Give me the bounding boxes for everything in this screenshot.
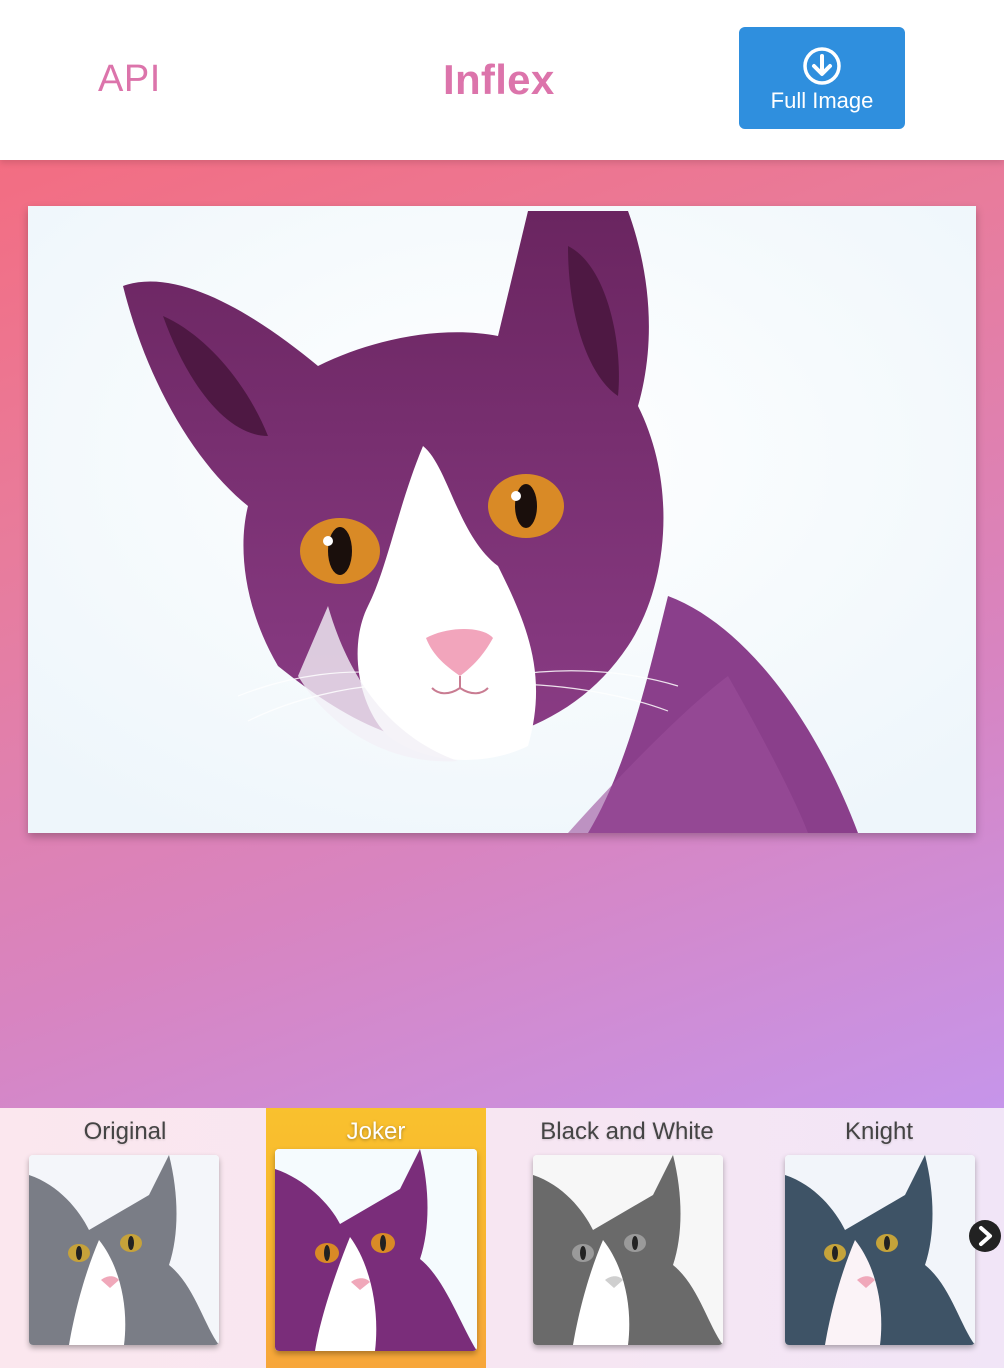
chevron-right-icon[interactable]: [968, 1219, 1002, 1253]
top-bar: API Inflex Full Image: [0, 0, 1004, 160]
filter-strip: Original Joker Black and White Knight: [0, 1108, 1004, 1368]
full-image-label: Full Image: [770, 88, 874, 113]
preview-area: [0, 160, 1004, 1108]
filter-joker[interactable]: Joker: [266, 1108, 486, 1368]
cat-photo-icon: [28, 206, 976, 833]
filter-label: Joker: [346, 1118, 406, 1145]
filter-label: Original: [83, 1118, 167, 1145]
brand-logo[interactable]: Inflex: [443, 56, 555, 104]
full-image-button[interactable]: Full Image: [739, 27, 905, 129]
filter-label: Knight: [844, 1118, 914, 1145]
filter-thumbnail[interactable]: [785, 1155, 975, 1345]
filter-knight[interactable]: Knight: [754, 1108, 1004, 1368]
filter-label: Black and White: [540, 1118, 714, 1145]
filter-thumbnail[interactable]: [29, 1155, 219, 1345]
cat-photo-icon: [29, 1155, 219, 1345]
cat-photo-icon: [785, 1155, 975, 1345]
filter-thumbnail[interactable]: [275, 1149, 477, 1351]
filter-thumbnail[interactable]: [533, 1155, 723, 1345]
cat-photo-icon: [533, 1155, 723, 1345]
cat-photo-icon: [275, 1149, 477, 1351]
filter-original[interactable]: Original: [0, 1108, 250, 1368]
filtered-cat-image: [28, 206, 976, 833]
download-icon: [803, 47, 841, 85]
api-link[interactable]: API: [98, 58, 161, 101]
filter-black-and-white[interactable]: Black and White: [502, 1108, 752, 1368]
